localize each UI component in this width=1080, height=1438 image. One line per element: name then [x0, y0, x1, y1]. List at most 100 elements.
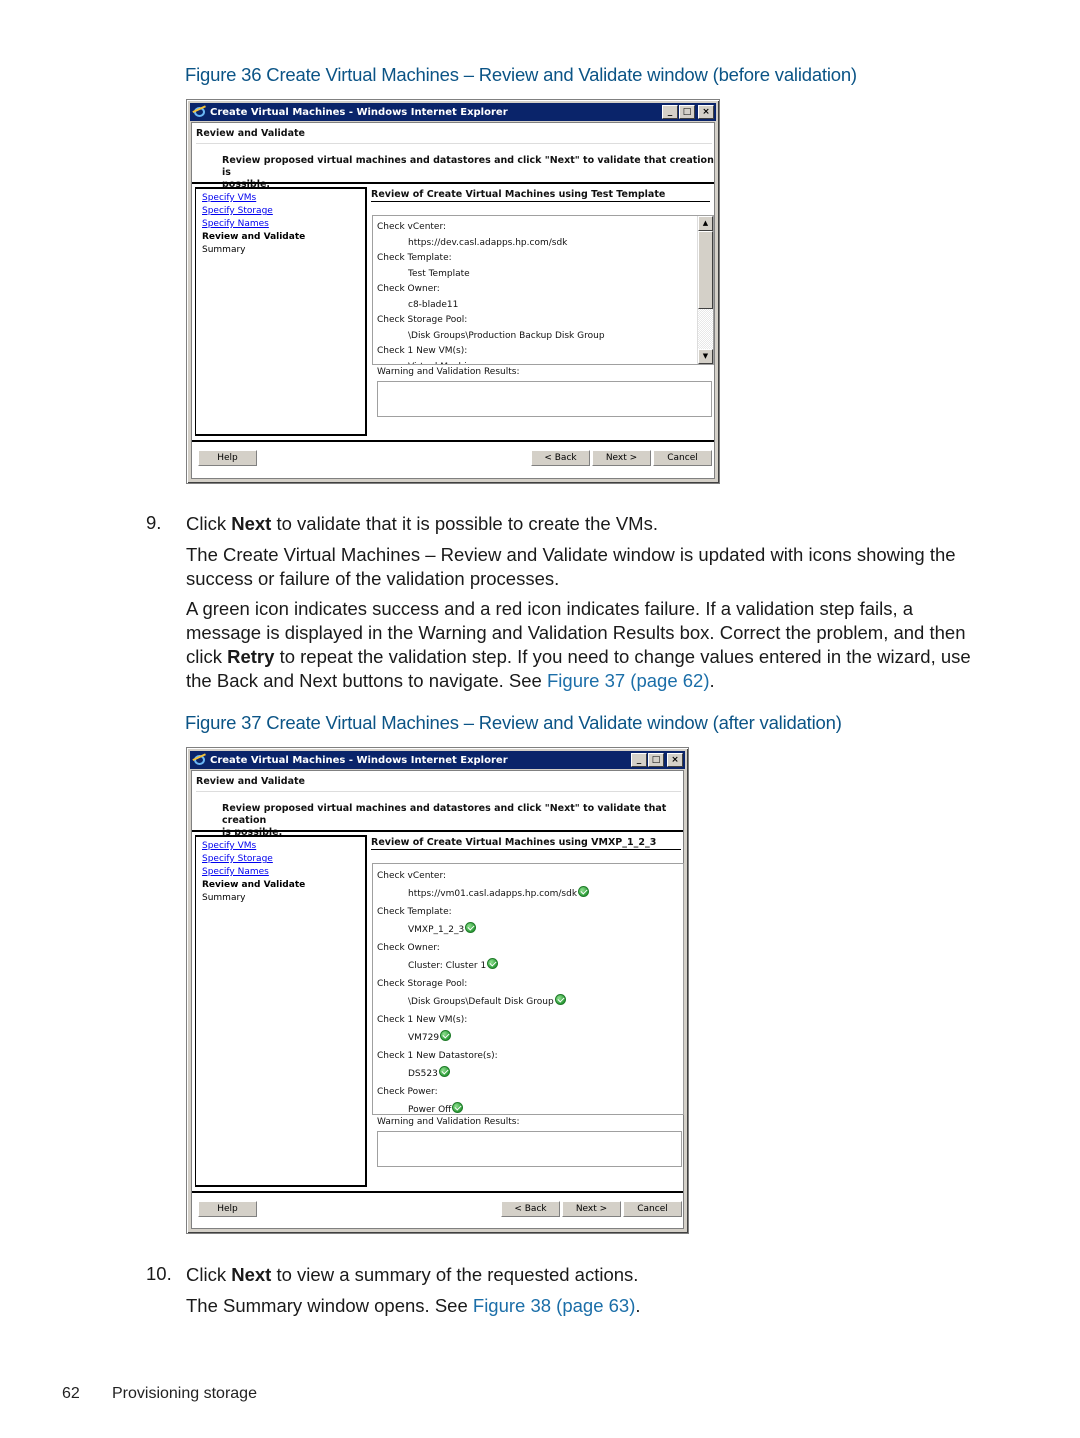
figure-37-link[interactable]: Figure 37 (page 62) — [547, 670, 710, 691]
wizard-nav: Specify VMs Specify Storage Specify Name… — [195, 187, 367, 436]
nav-specify-storage[interactable]: Specify Storage — [202, 205, 365, 218]
step-10-instruction: Click Next to view a summary of the requ… — [186, 1263, 976, 1287]
nav-specify-names[interactable]: Specify Names — [202, 866, 365, 879]
button-bar-divider — [192, 440, 714, 442]
figure-36-caption: Figure 36 Create Virtual Machines – Revi… — [185, 64, 857, 85]
check-template-label: Check Template: — [377, 253, 452, 263]
step-9-text-end: to validate that it is possible to creat… — [271, 513, 658, 534]
check-power-value: Power Off — [408, 1105, 452, 1115]
step-9-number: 9. — [146, 512, 162, 533]
nav-specify-vms[interactable]: Specify VMs — [202, 192, 365, 205]
internet-explorer-icon — [193, 753, 207, 767]
check-template-value: Test Template — [408, 268, 470, 279]
wizard-nav: Specify VMs Specify Storage Specify Name… — [195, 835, 367, 1187]
vertical-scrollbar[interactable]: ▲ ▼ — [697, 216, 713, 364]
check-owner-label: Check Owner: — [377, 943, 440, 953]
check-owner-label: Check Owner: — [377, 284, 440, 294]
next-button[interactable]: Next > — [592, 450, 651, 466]
check-vcenter-row: https://vm01.casl.adapps.hp.com/sdk — [377, 885, 590, 903]
step-10-text-end: to view a summary of the requested actio… — [271, 1264, 639, 1285]
check-new-vms-label: Check 1 New VM(s): — [377, 1015, 468, 1025]
scroll-up-arrow-icon[interactable]: ▲ — [698, 216, 713, 231]
check-new-datastores-label: Check 1 New Datastore(s): — [377, 1051, 498, 1061]
close-button[interactable]: × — [698, 105, 714, 119]
section-name: Provisioning storage — [112, 1385, 257, 1402]
window-content: Review and Validate Review proposed virt… — [191, 770, 684, 1229]
check-storage-pool-label: Check Storage Pool: — [377, 315, 468, 325]
nav-specify-vms[interactable]: Specify VMs — [202, 840, 365, 853]
nav-specify-storage[interactable]: Specify Storage — [202, 853, 365, 866]
maximize-button[interactable]: □ — [648, 753, 664, 767]
step-10-para-text: The Summary window opens. See — [186, 1295, 473, 1316]
success-check-icon — [554, 994, 566, 1005]
scrollbar-thumb[interactable] — [698, 231, 713, 309]
success-check-icon — [487, 958, 499, 969]
button-bar-divider — [192, 1191, 683, 1193]
help-button[interactable]: Help — [198, 1201, 257, 1217]
check-power-label: Check Power: — [377, 1087, 438, 1097]
next-button[interactable]: Next > — [562, 1201, 621, 1217]
check-template-row: VMXP_1_2_3 — [377, 921, 589, 939]
check-power-row: Power Off — [377, 1101, 589, 1115]
cancel-button[interactable]: Cancel — [623, 1201, 682, 1217]
check-storage-pool-value: \Disk Groups\Default Disk Group — [408, 997, 554, 1007]
band-divider — [192, 182, 714, 184]
check-list-box: Check vCenter: https://dev.casl.adapps.h… — [372, 215, 714, 365]
warning-results-box — [377, 381, 712, 417]
step-9-paragraph-2: A green icon indicates success and a red… — [186, 597, 976, 693]
back-button[interactable]: < Back — [501, 1201, 560, 1217]
page-heading: Review and Validate — [196, 128, 305, 139]
window-before-validation: Create Virtual Machines - Windows Intern… — [186, 99, 720, 484]
window-titlebar: Create Virtual Machines - Windows Intern… — [190, 751, 685, 769]
check-new-vms-value: Virtual Machine — [377, 360, 605, 365]
review-title: Review of Create Virtual Machines using … — [371, 189, 666, 200]
step-10-para-end: . — [635, 1295, 641, 1316]
minimize-button[interactable]: _ — [662, 105, 678, 119]
step-10-paragraph: The Summary window opens. See Figure 38 … — [186, 1294, 976, 1318]
minimize-button[interactable]: _ — [631, 753, 647, 767]
window-titlebar: Create Virtual Machines - Windows Intern… — [190, 103, 716, 121]
figure-38-link[interactable]: Figure 38 (page 63) — [473, 1295, 636, 1316]
nav-summary: Summary — [202, 245, 246, 255]
check-storage-pool-label: Check Storage Pool: — [377, 979, 468, 989]
check-new-vms-value: VM729 — [408, 1033, 440, 1043]
back-button[interactable]: < Back — [531, 450, 590, 466]
check-owner-value: c8-blade11 — [408, 299, 459, 310]
scroll-down-arrow-icon[interactable]: ▼ — [698, 349, 713, 364]
check-storage-pool-row: \Disk Groups\Default Disk Group — [377, 993, 589, 1011]
maximize-button[interactable]: □ — [679, 105, 695, 119]
nav-review-and-validate: Review and Validate — [202, 232, 306, 242]
check-vcenter-label: Check vCenter: — [377, 871, 447, 881]
window-title: Create Virtual Machines - Windows Intern… — [210, 106, 508, 118]
check-list: Check vCenter: https://vm01.casl.adapps.… — [377, 867, 590, 1115]
step-9-text-start: Click — [186, 513, 232, 534]
review-title-rule — [371, 849, 681, 850]
step-10-number: 10. — [146, 1263, 172, 1284]
nav-specify-names[interactable]: Specify Names — [202, 218, 365, 231]
warning-results-box — [377, 1131, 682, 1167]
para-2-end: . — [709, 670, 715, 691]
check-template-value: VMXP_1_2_3 — [408, 925, 465, 935]
check-new-datastores-value: DS523 — [408, 1069, 438, 1079]
warning-results-label: Warning and Validation Results: — [377, 367, 520, 377]
success-check-icon — [465, 922, 477, 933]
check-list-box: Check vCenter: https://vm01.casl.adapps.… — [372, 863, 684, 1115]
retry-keyword: Retry — [227, 646, 275, 667]
cancel-button[interactable]: Cancel — [653, 450, 712, 466]
check-new-vms-label: Check 1 New VM(s): — [377, 346, 468, 356]
step-9-instruction: Click Next to validate that it is possib… — [186, 512, 976, 536]
intro-line-1: Review proposed virtual machines and dat… — [222, 803, 667, 826]
check-new-datastores-row: DS523 — [377, 1065, 589, 1083]
figure-37-caption: Figure 37 Create Virtual Machines – Revi… — [185, 712, 842, 733]
step-9-paragraph-1: The Create Virtual Machines – Review and… — [186, 544, 956, 589]
step-10-next-keyword: Next — [231, 1264, 272, 1285]
page-footer: 62 Provisioning storage — [62, 1385, 257, 1403]
success-check-icon — [438, 1066, 450, 1077]
nav-review-and-validate: Review and Validate — [202, 880, 306, 890]
check-storage-pool-value: \Disk Groups\Production Backup Disk Grou… — [408, 330, 605, 341]
success-check-icon — [452, 1102, 464, 1113]
help-button[interactable]: Help — [198, 450, 257, 466]
page-heading: Review and Validate — [196, 776, 305, 787]
intro-line-1: Review proposed virtual machines and dat… — [222, 155, 714, 178]
close-button[interactable]: × — [667, 753, 683, 767]
